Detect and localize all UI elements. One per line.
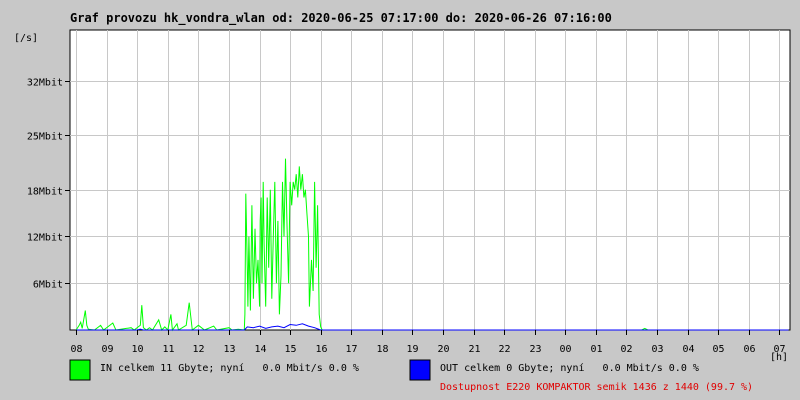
x-tick-label: 20	[437, 344, 449, 355]
x-tick-label: 08	[70, 344, 82, 355]
x-tick-label: 03	[651, 344, 663, 355]
y-axis: 6Mbit 12Mbit 18Mbit 25Mbit 32Mbit	[27, 78, 70, 291]
legend: IN celkem 11 Gbyte; nyní 0.0 Mbit/s 0.0 …	[69, 359, 699, 381]
x-tick-label: 09	[101, 344, 113, 355]
y-tick-label: 25Mbit	[27, 132, 63, 143]
legend-swatch-in	[69, 359, 91, 381]
x-tick-label: 22	[498, 344, 510, 355]
x-tick-label: 11	[162, 344, 174, 355]
x-tick-label: 01	[590, 344, 602, 355]
legend-label-in: IN celkem 11 Gbyte; nyní 0.0 Mbit/s 0.0 …	[100, 362, 359, 374]
y-tick-label: 6Mbit	[33, 280, 63, 291]
legend-swatch-out	[409, 359, 431, 381]
chart-container: Graf provozu hk_vondra_wlan od: 2020-06-…	[0, 0, 800, 400]
legend-label-out: OUT celkem 0 Gbyte; nyní 0.0 Mbit/s 0.0 …	[440, 362, 699, 374]
x-tick-label: 02	[620, 344, 632, 355]
y-tick-label: 32Mbit	[27, 78, 63, 89]
y-tick-label: 18Mbit	[27, 187, 63, 198]
x-tick-label: 12	[192, 344, 204, 355]
x-tick-label: 23	[529, 344, 541, 355]
x-tick-label: 16	[315, 344, 327, 355]
x-tick-label: 15	[284, 344, 296, 355]
plot-area	[69, 29, 791, 331]
y-axis-unit-label: [/s]	[14, 33, 38, 44]
y-tick-label: 12Mbit	[27, 233, 63, 244]
availability-note: Dostupnost E220 KOMPAKTOR semik 1436 z 1…	[440, 382, 753, 393]
x-tick-label: 00	[559, 344, 571, 355]
chart-title: Graf provozu hk_vondra_wlan od: 2020-06-…	[70, 11, 612, 26]
x-tick-label: 05	[712, 344, 724, 355]
x-tick-label: 17	[345, 344, 357, 355]
x-tick-label: 13	[223, 344, 235, 355]
traffic-chart: Graf provozu hk_vondra_wlan od: 2020-06-…	[14, 11, 791, 393]
x-tick-label: 14	[254, 344, 266, 355]
x-axis: 08 09 10 11 12 13 14 15 16 17 18 19 20 21 22 23 00 01 02 03…	[70, 330, 786, 355]
x-axis-unit-label: [h]	[770, 352, 788, 363]
x-tick-label: 21	[468, 344, 480, 355]
x-tick-label: 19	[406, 344, 418, 355]
x-tick-label: 18	[376, 344, 388, 355]
x-tick-label: 06	[743, 344, 755, 355]
x-tick-label: 04	[682, 344, 694, 355]
x-tick-label: 10	[131, 344, 143, 355]
